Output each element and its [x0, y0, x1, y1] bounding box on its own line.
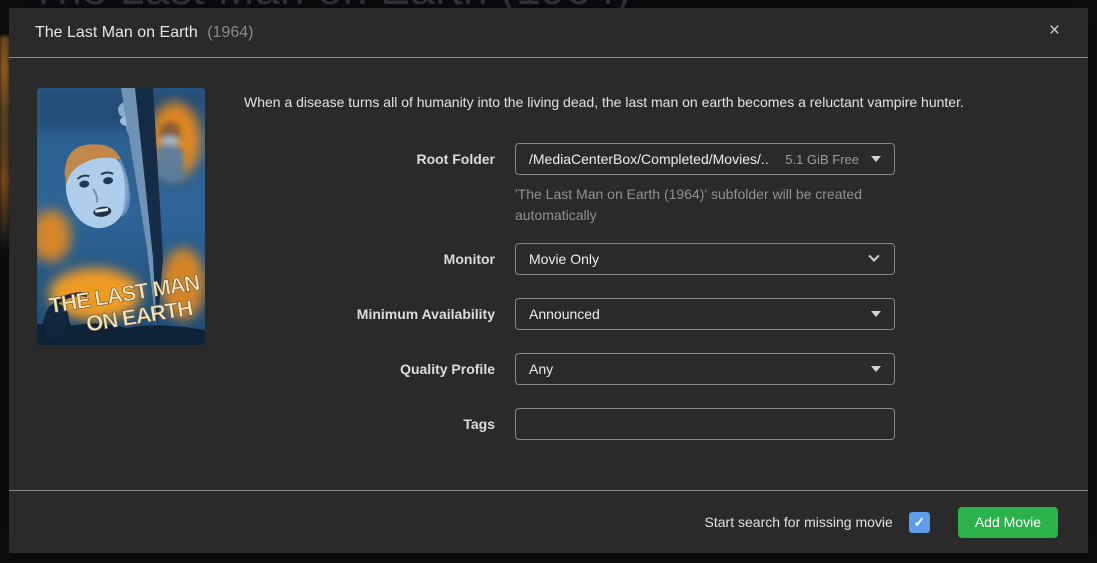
modal-title: The Last Man on Earth (1964): [35, 24, 253, 42]
root-folder-value: /MediaCenterBox/Completed/Movies/..: [529, 151, 769, 167]
root-folder-row: Root Folder /MediaCenterBox/Completed/Mo…: [9, 143, 1088, 175]
minimum-availability-select[interactable]: Announced: [515, 298, 895, 330]
close-icon[interactable]: ×: [1049, 21, 1060, 40]
check-icon: ✓: [913, 514, 925, 531]
caret-down-icon: [871, 156, 881, 162]
start-search-label: Start search for missing movie: [705, 514, 893, 530]
caret-down-icon: [871, 366, 881, 372]
modal-header: The Last Man on Earth (1964) ×: [9, 8, 1088, 58]
quality-profile-row: Quality Profile Any: [9, 353, 1088, 385]
movie-title: The Last Man on Earth: [35, 24, 198, 41]
quality-profile-label: Quality Profile: [9, 353, 495, 385]
minimum-availability-row: Minimum Availability Announced: [9, 298, 1088, 330]
monitor-row: Monitor Movie Only: [9, 243, 1088, 275]
minimum-availability-label: Minimum Availability: [9, 298, 495, 330]
movie-year: (1964): [207, 24, 253, 41]
page-background: The Last Man on Earth (1964) The Last Ma…: [0, 0, 1097, 563]
start-search-checkbox[interactable]: ✓: [909, 512, 930, 533]
tags-input[interactable]: [515, 408, 895, 440]
quality-profile-select[interactable]: Any: [515, 353, 895, 385]
monitor-value: Movie Only: [529, 251, 599, 267]
modal-footer: Start search for missing movie ✓ Add Mov…: [9, 490, 1088, 553]
movie-overview: When a disease turns all of humanity int…: [244, 93, 1058, 112]
root-folder-helper-text: 'The Last Man on Earth (1964)' subfolder…: [515, 184, 895, 226]
tags-label: Tags: [9, 408, 495, 440]
chevron-down-icon: [868, 251, 879, 262]
root-folder-select[interactable]: /MediaCenterBox/Completed/Movies/.. 5.1 …: [515, 143, 895, 175]
add-movie-button[interactable]: Add Movie: [958, 507, 1058, 538]
add-movie-modal: The Last Man on Earth (1964) ×: [9, 8, 1088, 553]
monitor-label: Monitor: [9, 243, 495, 275]
root-folder-label: Root Folder: [9, 143, 495, 175]
caret-down-icon: [871, 311, 881, 317]
monitor-select[interactable]: Movie Only: [515, 243, 895, 275]
quality-profile-value: Any: [529, 361, 553, 377]
tags-row: Tags: [9, 408, 1088, 440]
minimum-availability-value: Announced: [529, 306, 600, 322]
root-folder-free-space: 5.1 GiB Free: [785, 152, 859, 167]
